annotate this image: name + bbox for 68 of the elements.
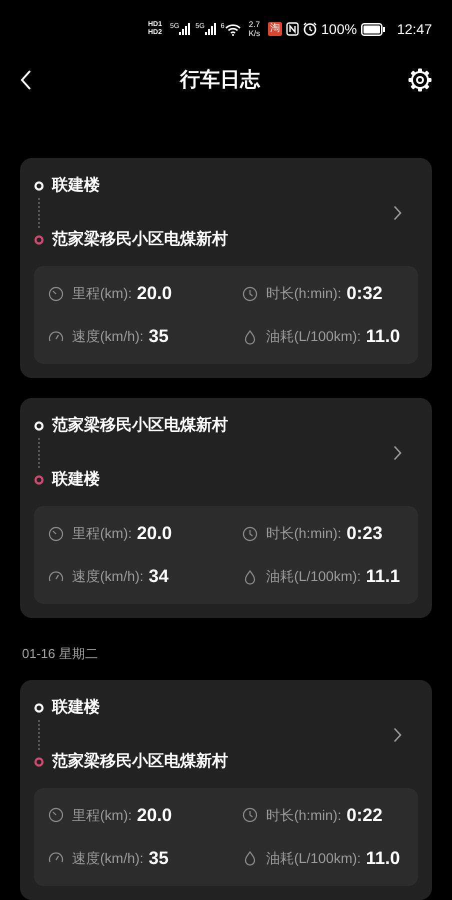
stat-value: 11.1 — [366, 565, 400, 588]
alarm-icon — [303, 22, 318, 36]
end-dot-icon — [34, 475, 44, 485]
stat-label: 速度(km/h): — [72, 567, 144, 586]
battery-percent: 100% — [321, 20, 357, 38]
stat-value: 35 — [148, 846, 169, 870]
drop-icon — [242, 568, 258, 584]
odometer-icon — [48, 286, 64, 302]
chevron-icon — [393, 445, 402, 461]
trip-card[interactable]: 联建楼 范家梁移民小区电煤新村 里程(km): 20.0 时长(h:min): 0:32 速度(km/h): 35 油耗(L/100km): 11.0 — [20, 158, 432, 378]
odometer-icon — [48, 807, 64, 823]
stat-label: 速度(km/h): — [72, 327, 144, 346]
stat-label: 时长(h:min): — [266, 806, 342, 825]
clock-icon — [242, 807, 258, 823]
odometer-icon — [48, 526, 64, 542]
battery-icon — [360, 22, 385, 36]
clock: 12:47 — [396, 20, 432, 38]
stat-label: 油耗(L/100km): — [266, 567, 361, 586]
settings-button[interactable] — [408, 68, 432, 92]
stat-label: 时长(h:min): — [266, 524, 342, 543]
clock-icon — [242, 526, 258, 542]
trip-card[interactable]: 联建楼 范家梁移民小区电煤新村 里程(km): 20.0 时长(h:min): 0:22 速度(km/h): 35 油耗(L/100km): 11.0 — [20, 680, 432, 900]
signal-icon — [204, 23, 217, 35]
end-location: 联建楼 — [52, 470, 100, 490]
stat-value: 11.0 — [366, 846, 400, 870]
stat-label: 油耗(L/100km): — [266, 848, 361, 868]
back-button[interactable] — [20, 69, 32, 91]
start-dot-icon — [34, 421, 44, 431]
stat-value: 34 — [148, 565, 169, 588]
stat-value: 20.0 — [136, 522, 172, 545]
start-location: 联建楼 — [52, 698, 100, 718]
start-dot-icon — [34, 181, 44, 191]
signal-icon — [179, 23, 192, 35]
stat-value: 20.0 — [136, 804, 172, 826]
start-location: 范家梁移民小区电煤新村 — [52, 415, 228, 436]
date-heading: 01-16 星期二 — [21, 645, 99, 663]
stat-value: 0:32 — [346, 282, 382, 305]
stat-label: 里程(km): — [72, 806, 132, 825]
stat-value: 35 — [148, 325, 169, 348]
end-location: 范家梁移民小区电煤新村 — [52, 229, 228, 250]
wifi-icon — [224, 22, 241, 36]
end-dot-icon — [34, 235, 44, 245]
stat-label: 时长(h:min): — [266, 284, 342, 303]
stat-label: 油耗(L/100km): — [266, 327, 361, 346]
stat-value: 0:22 — [346, 804, 382, 826]
settings-icon — [408, 68, 432, 92]
stat-label: 速度(km/h): — [72, 848, 144, 868]
stat-label: 里程(km): — [72, 284, 132, 303]
end-location: 范家梁移民小区电煤新村 — [52, 751, 228, 772]
start-dot-icon — [34, 702, 44, 712]
nfc-icon — [286, 22, 300, 36]
start-location: 联建楼 — [52, 176, 100, 196]
chevron-icon — [393, 205, 402, 221]
trip-card[interactable]: 范家梁移民小区电煤新村 联建楼 里程(km): 20.0 时长(h:min): 0:23 速度(km/h): 34 油耗(L/100km): 11.1 — [20, 398, 432, 618]
net-speed: K/s — [248, 29, 260, 38]
chevron-icon — [393, 726, 402, 742]
end-dot-icon — [34, 756, 44, 766]
stat-value: 0:23 — [346, 522, 382, 545]
net-speed: 2.7 — [248, 20, 260, 29]
stat-label: 里程(km): — [72, 524, 132, 543]
page-title: 行车日志 — [180, 68, 260, 93]
stat-value: 20.0 — [136, 282, 172, 305]
back-icon — [20, 69, 32, 91]
drop-icon — [242, 850, 258, 866]
stat-value: 11.0 — [366, 325, 400, 348]
drop-icon — [242, 328, 258, 344]
app-badge: 淘 — [268, 22, 282, 36]
clock-icon — [242, 286, 258, 302]
